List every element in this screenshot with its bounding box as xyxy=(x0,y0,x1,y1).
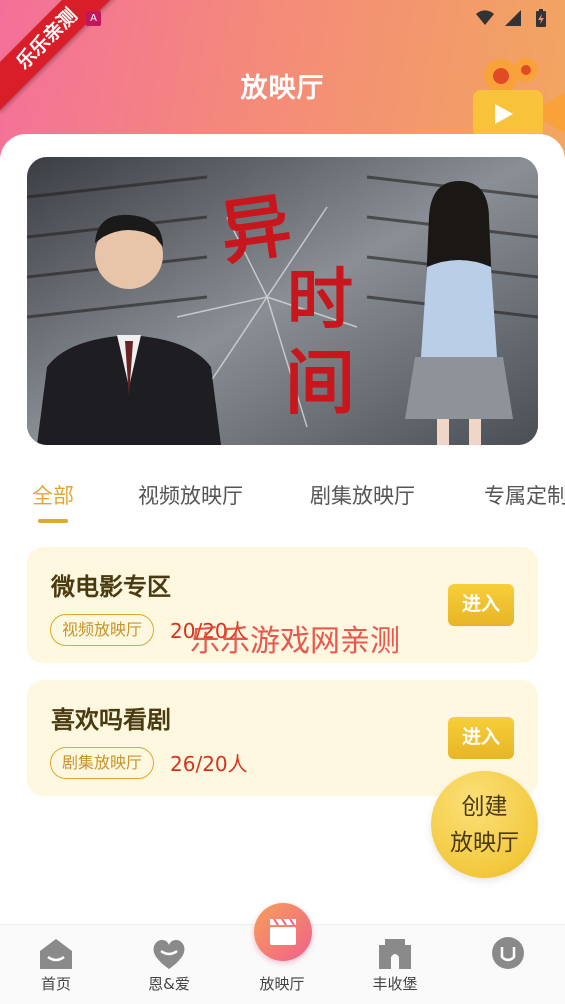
tab-all[interactable]: 全部 xyxy=(32,480,74,510)
tab-active-indicator xyxy=(38,519,68,523)
castle-icon xyxy=(379,939,411,969)
banner-title-char-3: 间 xyxy=(285,341,355,424)
create-hall-label-1: 创建 xyxy=(461,793,508,820)
nav-label: 丰收堡 xyxy=(372,975,418,993)
watermark-text: 乐乐游戏网亲测 xyxy=(190,624,400,659)
camera-icon xyxy=(473,58,565,138)
create-hall-button[interactable]: 创建 放映厅 xyxy=(431,771,538,878)
banner-title-char-2: 时 xyxy=(287,260,353,338)
room-title: 微电影专区 xyxy=(51,573,171,601)
enter-button[interactable]: 进入 xyxy=(448,584,514,626)
create-hall-label-2: 放映厅 xyxy=(450,829,519,856)
banner-title-char-1: 异 xyxy=(215,183,296,275)
tab-exclusive[interactable]: 专属定制 xyxy=(484,480,565,510)
nav-item-harvest[interactable]: 丰收堡 xyxy=(345,925,445,1004)
profile-icon xyxy=(492,937,524,969)
nav-label: 恩&爱 xyxy=(148,975,190,993)
enter-button[interactable]: 进入 xyxy=(448,717,514,759)
nav-label: 放映厅 xyxy=(259,975,305,993)
nav-label: 首页 xyxy=(40,975,71,993)
room-type-tag: 剧集放映厅 xyxy=(50,747,155,779)
banner-image: 异 时 间 xyxy=(27,157,538,445)
status-badge: A xyxy=(86,11,101,26)
signal-icon xyxy=(505,10,521,26)
nav-item-love[interactable]: 恩&爱 xyxy=(119,925,219,1004)
tab-video-hall[interactable]: 视频放映厅 xyxy=(138,480,243,510)
home-icon xyxy=(40,939,72,969)
room-title: 喜欢吗看剧 xyxy=(51,706,171,734)
battery-icon xyxy=(536,9,546,27)
nav-item-profile[interactable] xyxy=(458,925,558,1004)
status-bar-icons xyxy=(475,8,551,28)
clapperboard-icon xyxy=(270,918,296,945)
promo-banner[interactable]: 异 时 间 xyxy=(27,157,538,445)
room-member-count: 26/20人 xyxy=(170,752,248,776)
heart-icon xyxy=(153,939,185,969)
nav-item-home[interactable]: 首页 xyxy=(6,925,106,1004)
tab-series-hall[interactable]: 剧集放映厅 xyxy=(310,480,415,510)
wifi-icon xyxy=(476,10,494,25)
category-tabs: 全部 视频放映厅 剧集放映厅 专属定制 xyxy=(0,472,565,532)
room-type-tag: 视频放映厅 xyxy=(50,614,155,646)
hall-nav-button[interactable] xyxy=(254,903,312,961)
